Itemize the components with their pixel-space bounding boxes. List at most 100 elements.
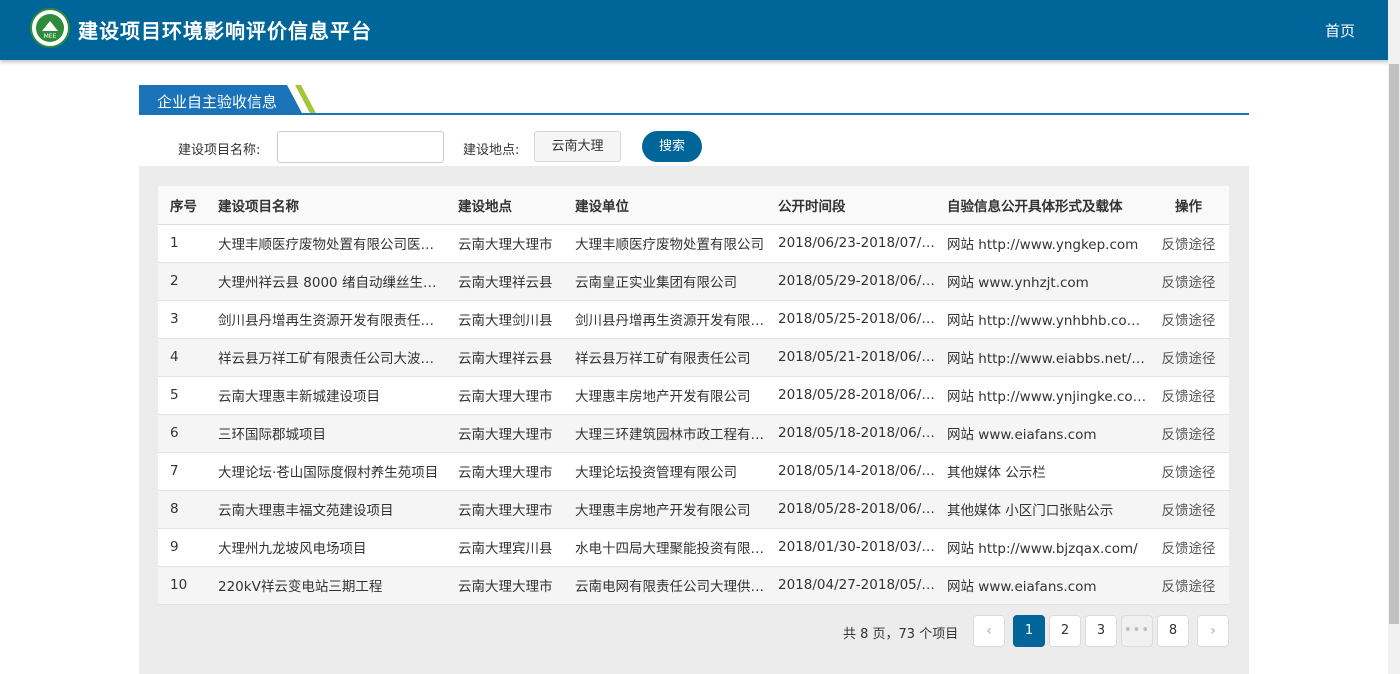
feedback-link[interactable]: 反馈途径 xyxy=(1162,427,1216,443)
cell-name[interactable]: 220kV祥云变电站三期工程 xyxy=(206,566,446,605)
cell-unit: 云南电网有限责任公司大理供电局 xyxy=(563,566,766,605)
cell-period: 2018/05/18-2018/06/14 xyxy=(766,414,935,453)
results-table: 序号 建设项目名称 建设地点 建设单位 公开时间段 自验信息公开具体形式及载体 … xyxy=(158,186,1229,605)
cell-no: 8 xyxy=(158,490,206,529)
scrollbar-thumb[interactable] xyxy=(1389,64,1399,624)
feedback-link[interactable]: 反馈途径 xyxy=(1162,389,1216,405)
table-row: 2 大理州祥云县 8000 绪自动缫丝生产线项目 云南大理祥云县 云南皇正实业集… xyxy=(158,262,1229,301)
cell-location: 云南大理大理市 xyxy=(446,376,563,415)
next-page-button[interactable]: › xyxy=(1197,615,1229,647)
cell-period: 2018/01/30-2018/03/01 xyxy=(766,528,935,567)
feedback-link[interactable]: 反馈途径 xyxy=(1162,503,1216,519)
cell-location: 云南大理宾川县 xyxy=(446,528,563,567)
cell-name[interactable]: 云南大理惠丰福文苑建设项目 xyxy=(206,490,446,529)
cell-carrier: 网站 http://www.bjzqax.com/ xyxy=(935,528,1148,567)
cell-period: 2018/05/28-2018/06/21 xyxy=(766,376,935,415)
cell-name[interactable]: 剑川县丹增再生资源开发有限责任公司项目 xyxy=(206,300,446,339)
col-header-name: 建设项目名称 xyxy=(206,186,446,225)
cell-unit: 剑川县丹增再生资源开发有限责任公司 xyxy=(563,300,766,339)
cell-location: 云南大理大理市 xyxy=(446,490,563,529)
section-divider xyxy=(139,113,1249,115)
table-row: 3 剑川县丹增再生资源开发有限责任公司项目 云南大理剑川县 剑川县丹增再生资源开… xyxy=(158,300,1229,339)
project-name-label: 建设项目名称: xyxy=(178,143,261,158)
feedback-link[interactable]: 反馈途径 xyxy=(1162,313,1216,329)
cell-no: 2 xyxy=(158,262,206,301)
prev-page-button[interactable]: ‹ xyxy=(973,615,1005,647)
home-link[interactable]: 首页 xyxy=(1325,20,1355,41)
mee-logo-icon[interactable]: MEE xyxy=(30,8,70,48)
feedback-link[interactable]: 反馈途径 xyxy=(1162,237,1216,253)
cell-action: 反馈途径 xyxy=(1148,338,1229,377)
feedback-link[interactable]: 反馈途径 xyxy=(1162,579,1216,595)
col-header-location: 建设地点 xyxy=(446,186,563,225)
cell-no: 4 xyxy=(158,338,206,377)
logo-text: MEE xyxy=(43,33,57,40)
cell-action: 反馈途径 xyxy=(1148,414,1229,453)
feedback-link[interactable]: 反馈途径 xyxy=(1162,351,1216,367)
page-scrollbar[interactable] xyxy=(1388,0,1400,674)
cell-period: 2018/05/21-2018/06/15 xyxy=(766,338,935,377)
cell-no: 6 xyxy=(158,414,206,453)
logo-mountain-mark xyxy=(42,21,58,31)
location-label: 建设地点: xyxy=(463,143,520,158)
cell-carrier: 网站 http://www.yngkep.com xyxy=(935,224,1148,263)
page-last-button[interactable]: 8 xyxy=(1157,615,1189,647)
cell-name[interactable]: 大理州祥云县 8000 绪自动缫丝生产线项目 xyxy=(206,262,446,301)
table-row: 5 云南大理惠丰新城建设项目 云南大理大理市 大理惠丰房地产开发有限公司 201… xyxy=(158,376,1229,415)
cell-carrier: 网站 http://www.ynjingke.com/index xyxy=(935,376,1148,415)
table-row: 10 220kV祥云变电站三期工程 云南大理大理市 云南电网有限责任公司大理供电… xyxy=(158,566,1229,605)
table-row: 7 大理论坛·苍山国际度假村养生苑项目 云南大理大理市 大理论坛投资管理有限公司… xyxy=(158,452,1229,491)
table-row: 6 三环国际郡城项目 云南大理大理市 大理三环建筑园林市政工程有限公司 2018… xyxy=(158,414,1229,453)
cell-action: 反馈途径 xyxy=(1148,224,1229,263)
cell-name[interactable]: 云南大理惠丰新城建设项目 xyxy=(206,376,446,415)
feedback-link[interactable]: 反馈途径 xyxy=(1162,541,1216,557)
cell-name[interactable]: 大理丰顺医疗废物处置有限公司医疗废物处置中心 xyxy=(206,224,446,263)
cell-period: 2018/05/25-2018/06/25 xyxy=(766,300,935,339)
cell-action: 反馈途径 xyxy=(1148,376,1229,415)
cell-unit: 云南皇正实业集团有限公司 xyxy=(563,262,766,301)
cell-no: 1 xyxy=(158,224,206,263)
pagination-summary: 共 8 页，73 个项目 xyxy=(843,627,959,642)
search-button[interactable]: 搜索 xyxy=(642,131,702,162)
cell-location: 云南大理大理市 xyxy=(446,414,563,453)
page-3-button[interactable]: 3 xyxy=(1085,615,1117,647)
site-title[interactable]: 建设项目环境影响评价信息平台 xyxy=(78,15,372,44)
cell-name[interactable]: 大理州九龙坡风电场项目 xyxy=(206,528,446,567)
cell-carrier: 网站 www.eiafans.com xyxy=(935,414,1148,453)
cell-no: 9 xyxy=(158,528,206,567)
table-row: 9 大理州九龙坡风电场项目 云南大理宾川县 水电十四局大理聚能投资有限公司 20… xyxy=(158,528,1229,567)
top-header: MEE 建设项目环境影响评价信息平台 首页 xyxy=(0,0,1400,60)
cell-location: 云南大理剑川县 xyxy=(446,300,563,339)
cell-action: 反馈途径 xyxy=(1148,452,1229,491)
cell-unit: 祥云县万祥工矿有限责任公司 xyxy=(563,338,766,377)
col-header-action: 操作 xyxy=(1148,186,1229,225)
cell-unit: 大理三环建筑园林市政工程有限公司 xyxy=(563,414,766,453)
logo-emblem: MEE xyxy=(36,14,64,42)
feedback-link[interactable]: 反馈途径 xyxy=(1162,465,1216,481)
cell-location: 云南大理祥云县 xyxy=(446,338,563,377)
cell-period: 2018/05/29-2018/06/28 xyxy=(766,262,935,301)
cell-no: 5 xyxy=(158,376,206,415)
cell-name[interactable]: 三环国际郡城项目 xyxy=(206,414,446,453)
cell-location: 云南大理祥云县 xyxy=(446,262,563,301)
cell-unit: 水电十四局大理聚能投资有限公司 xyxy=(563,528,766,567)
cell-action: 反馈途径 xyxy=(1148,262,1229,301)
cell-unit: 大理论坛投资管理有限公司 xyxy=(563,452,766,491)
cell-carrier: 其他媒体 公示栏 xyxy=(935,452,1148,491)
feedback-link[interactable]: 反馈途径 xyxy=(1162,275,1216,291)
table-row: 1 大理丰顺医疗废物处置有限公司医疗废物处置中心 云南大理大理市 大理丰顺医疗废… xyxy=(158,224,1229,263)
location-select[interactable]: 云南大理 xyxy=(534,131,621,162)
cell-location: 云南大理大理市 xyxy=(446,452,563,491)
cell-name[interactable]: 祥云县万祥工矿有限责任公司大波那铜矿项目 xyxy=(206,338,446,377)
cell-no: 10 xyxy=(158,566,206,605)
cell-name[interactable]: 大理论坛·苍山国际度假村养生苑项目 xyxy=(206,452,446,491)
cell-carrier: 网站 www.ynhzjt.com xyxy=(935,262,1148,301)
cell-unit: 大理丰顺医疗废物处置有限公司 xyxy=(563,224,766,263)
project-name-input[interactable] xyxy=(277,131,444,163)
cell-carrier: 网站 http://www.ynhbhb.com/index xyxy=(935,300,1148,339)
page-1-button[interactable]: 1 xyxy=(1013,615,1045,647)
cell-no: 7 xyxy=(158,452,206,491)
cell-action: 反馈途径 xyxy=(1148,490,1229,529)
page-2-button[interactable]: 2 xyxy=(1049,615,1081,647)
cell-action: 反馈途径 xyxy=(1148,528,1229,567)
